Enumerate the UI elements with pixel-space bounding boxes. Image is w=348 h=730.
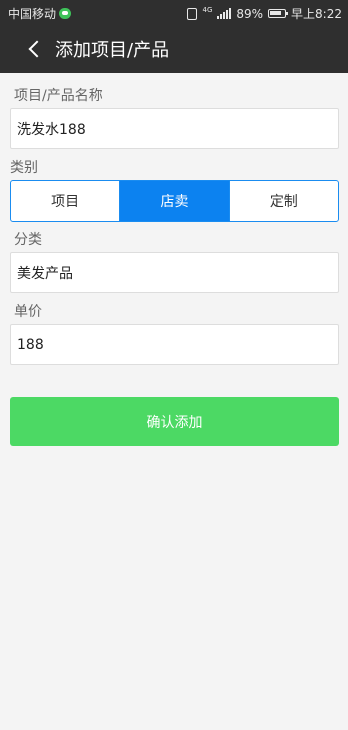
status-bar: 中国移动 4G 89% 早上8:22: [0, 0, 348, 25]
category-option-custom[interactable]: 定制: [228, 181, 338, 221]
status-left: 中国移动: [8, 5, 72, 22]
category-label: 类别: [10, 160, 38, 176]
wechat-notification-icon: [59, 8, 72, 19]
network-type: 4G: [202, 5, 213, 14]
classification-label: 分类: [14, 232, 42, 248]
classification-input[interactable]: 美发产品: [10, 252, 339, 293]
price-input[interactable]: 188: [10, 324, 339, 365]
confirm-add-button[interactable]: 确认添加: [10, 397, 339, 446]
category-option-project[interactable]: 项目: [11, 181, 119, 221]
status-right: 4G 89% 早上8:22: [187, 5, 342, 22]
name-label: 项目/产品名称: [14, 88, 103, 104]
back-button[interactable]: [24, 37, 48, 61]
category-option-store-sale[interactable]: 店卖: [119, 181, 229, 221]
page-title: 添加项目/产品: [55, 40, 170, 61]
carrier-name: 中国移动: [8, 7, 57, 21]
clock: 早上8:22: [291, 7, 342, 21]
signal-icon: [217, 8, 232, 19]
battery-icon: [268, 9, 289, 18]
vibrate-icon: [187, 7, 198, 20]
battery-percent: 89%: [236, 6, 264, 21]
category-segmented-control: 项目 店卖 定制: [10, 180, 339, 222]
navigation-bar: 添加项目/产品: [0, 25, 348, 73]
app-header: 中国移动 4G 89% 早上8:22 添加项目/产品: [0, 0, 348, 73]
price-label: 单价: [14, 304, 42, 320]
name-input[interactable]: 洗发水188: [10, 108, 339, 149]
